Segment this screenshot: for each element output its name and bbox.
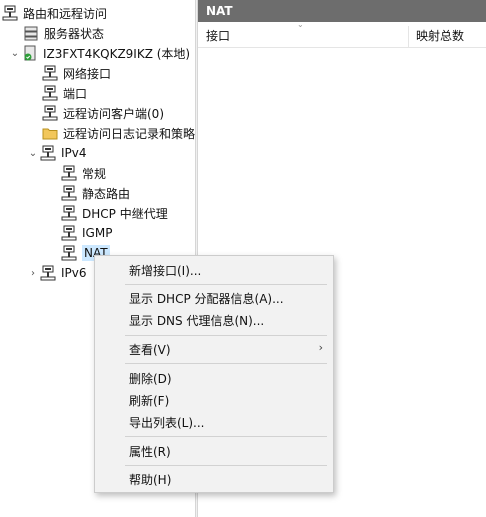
network-icon [61, 225, 77, 241]
menu-separator [125, 363, 327, 364]
network-icon [61, 185, 77, 201]
network-icon [42, 65, 58, 81]
menu-item-export-list[interactable]: 导出列表(L)... [95, 411, 333, 433]
tree-item-label: 常规 [82, 166, 107, 181]
tree-item-server-status[interactable]: 服务器状态 [23, 23, 104, 43]
menu-separator [125, 465, 327, 466]
folder-icon [42, 128, 58, 140]
tree-item-label: DHCP 中继代理 [82, 206, 168, 221]
network-icon [42, 105, 58, 121]
menu-item-label: 显示 DHCP 分配器信息(A)... [129, 291, 284, 306]
network-icon [61, 245, 77, 261]
network-icon [42, 85, 58, 101]
chevron-right-icon[interactable]: › [26, 263, 40, 283]
tree-item-static-routes[interactable]: 静态路由 [61, 183, 130, 203]
chevron-down-icon[interactable]: ⌄ [26, 143, 40, 163]
tree-item-label: 端口 [63, 86, 88, 101]
chevron-right-icon: › [318, 341, 323, 354]
menu-separator [125, 436, 327, 437]
tree-item-logging-policy[interactable]: 远程访问日志记录和策略 [42, 123, 195, 143]
tree-item-remote-clients[interactable]: 远程访问客户端(0) [42, 103, 164, 123]
tree-item-label: IPv6 [61, 266, 87, 280]
menu-item-help[interactable]: 帮助(H) [95, 468, 333, 490]
menu-item-new-interface[interactable]: 新增接口(I)... [95, 259, 333, 281]
column-header-row: ⌄ 接口 映射总数 [198, 20, 486, 48]
tree-item-label: 远程访问客户端(0) [63, 106, 164, 121]
column-header-mappings[interactable]: 映射总数 [416, 22, 464, 48]
network-icon [40, 145, 56, 161]
menu-item-properties[interactable]: 属性(R) [95, 440, 333, 462]
tree-item-ipv6[interactable]: › IPv6 [26, 263, 87, 283]
network-icon [61, 205, 77, 221]
menu-item-label: 查看(V) [129, 342, 171, 357]
menu-item-label: 刷新(F) [129, 393, 170, 408]
menu-item-label: 属性(R) [129, 444, 171, 459]
menu-item-label: 新增接口(I)... [129, 263, 202, 278]
column-divider[interactable] [408, 26, 409, 48]
menu-item-label: 导出列表(L)... [129, 415, 205, 430]
detail-title: NAT [198, 0, 486, 22]
menu-item-label: 删除(D) [129, 371, 172, 386]
server-icon [24, 45, 36, 61]
tree-item-label: IPv4 [61, 146, 87, 160]
chevron-down-icon[interactable]: ⌄ [8, 43, 22, 63]
tree-item-network-interfaces[interactable]: 网络接口 [42, 63, 111, 83]
tree-item-label: 静态路由 [82, 186, 131, 201]
server-status-icon [24, 26, 38, 41]
context-menu: 新增接口(I)... 显示 DHCP 分配器信息(A)... 显示 DNS 代理… [94, 255, 334, 493]
tree-item-local-server[interactable]: ⌄ IZ3FXT4KQKZ9IKZ (本地) [8, 43, 190, 63]
tree-item-label: 网络接口 [63, 66, 112, 81]
menu-separator [125, 284, 327, 285]
tree-item-dhcp-relay[interactable]: DHCP 中继代理 [61, 203, 168, 223]
column-header-interface[interactable]: 接口 [206, 22, 230, 48]
menu-item-dhcp-allocator[interactable]: 显示 DHCP 分配器信息(A)... [95, 287, 333, 309]
tree-item-igmp[interactable]: IGMP [61, 223, 112, 243]
tree-item-label: 远程访问日志记录和策略 [63, 126, 195, 141]
tree-item-general[interactable]: 常规 [61, 163, 106, 183]
menu-item-dns-proxy[interactable]: 显示 DNS 代理信息(N)... [95, 309, 333, 331]
tree-item-label: 服务器状态 [44, 26, 105, 41]
tree-item-ipv4[interactable]: ⌄ IPv4 [26, 143, 87, 163]
network-icon [40, 265, 56, 281]
network-icon [61, 165, 77, 181]
menu-item-label: 显示 DNS 代理信息(N)... [129, 313, 265, 328]
menu-item-view[interactable]: 查看(V) › [95, 338, 333, 360]
menu-item-refresh[interactable]: 刷新(F) [95, 389, 333, 411]
menu-item-delete[interactable]: 删除(D) [95, 367, 333, 389]
sort-indicator-icon: ⌄ [297, 20, 304, 29]
tree-item-label: IZ3FXT4KQKZ9IKZ (本地) [43, 46, 191, 61]
routing-icon [2, 5, 18, 21]
tree-item-label: 路由和远程访问 [23, 6, 108, 21]
tree-item-routing[interactable]: 路由和远程访问 [2, 3, 107, 23]
tree-item-ports[interactable]: 端口 [42, 83, 87, 103]
tree-item-label: IGMP [82, 226, 113, 240]
menu-item-label: 帮助(H) [129, 472, 172, 487]
menu-separator [125, 335, 327, 336]
